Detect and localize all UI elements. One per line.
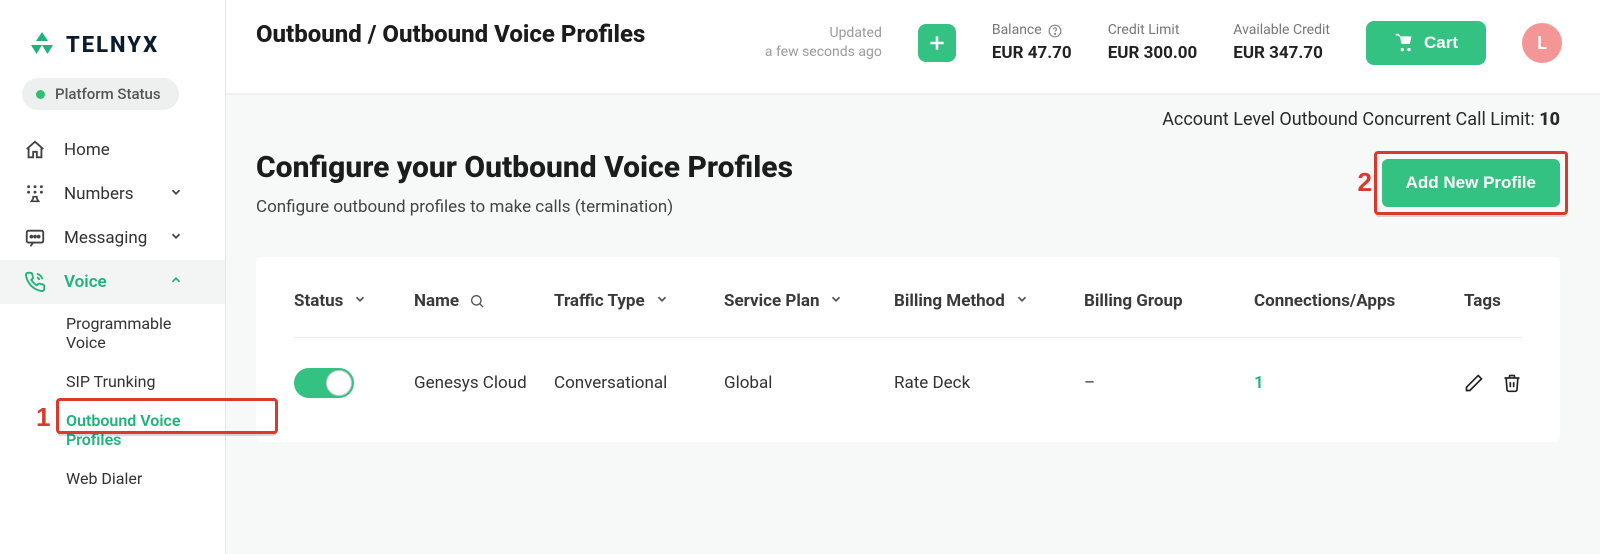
col-connections-apps: Connections/Apps: [1254, 291, 1454, 311]
primary-nav: Home Numbers Messaging Voice Programmabl…: [0, 128, 225, 498]
sidebar-item-voice[interactable]: Voice: [0, 260, 225, 304]
updated-indicator: Updated a few seconds ago: [765, 24, 882, 63]
chevron-down-icon: [655, 291, 669, 311]
sidebar-sublabel-sip: SIP Trunking: [66, 372, 155, 391]
cell-conn-value: 1: [1254, 373, 1264, 393]
col-billing-group: Billing Group: [1084, 291, 1244, 311]
home-icon: [24, 139, 46, 161]
breadcrumb: Outbound / Outbound Voice Profiles: [256, 20, 645, 48]
col-billing-method[interactable]: Billing Method: [894, 291, 1074, 311]
sidebar-subitem-programmable-voice[interactable]: Programmable Voice: [0, 304, 225, 362]
updated-ago: a few seconds ago: [765, 43, 882, 63]
col-group-label: Billing Group: [1084, 291, 1183, 311]
sidebar-sublabel-ovp: Outbound Voice Profiles: [66, 411, 201, 449]
status-toggle[interactable]: [294, 368, 354, 398]
table-header: Status Name Traffic Type Service Plan: [294, 291, 1522, 337]
page-title: Configure your Outbound Voice Profiles: [256, 150, 793, 185]
sidebar-sublabel-dialer: Web Dialer: [66, 469, 142, 488]
col-billing-label: Billing Method: [894, 291, 1005, 311]
balance-label: Balance: [992, 20, 1042, 41]
toggle-knob: [326, 370, 352, 396]
delete-icon[interactable]: [1502, 373, 1522, 393]
cell-group: –: [1084, 373, 1244, 393]
col-tags: Tags: [1464, 291, 1522, 311]
chat-icon: [24, 227, 46, 249]
phone-icon: [24, 271, 46, 293]
limit-value: 10: [1539, 109, 1560, 130]
sidebar-subitem-web-dialer[interactable]: Web Dialer: [0, 459, 225, 498]
sidebar-item-messaging[interactable]: Messaging: [0, 216, 225, 260]
chevron-down-icon: [169, 228, 201, 248]
telnyx-mark-icon: [28, 32, 56, 58]
chevron-up-icon: [169, 272, 201, 292]
brand-logo[interactable]: TELNYX: [28, 32, 197, 58]
account-call-limit: Account Level Outbound Concurrent Call L…: [256, 109, 1560, 130]
sidebar-subitem-sip-trunking[interactable]: SIP Trunking: [0, 362, 225, 401]
sidebar-item-numbers[interactable]: Numbers: [0, 172, 225, 216]
profiles-table-card: Status Name Traffic Type Service Plan: [256, 257, 1560, 442]
search-icon[interactable]: [469, 293, 485, 309]
sidebar-item-home[interactable]: Home: [0, 128, 225, 172]
cart-icon: [1394, 33, 1414, 53]
col-service-plan[interactable]: Service Plan: [724, 291, 884, 311]
cell-name: Genesys Cloud: [414, 373, 544, 393]
col-status-label: Status: [294, 291, 343, 311]
platform-status[interactable]: Platform Status: [22, 78, 179, 110]
chevron-down-icon: [829, 291, 843, 311]
dialpad-icon: [24, 183, 46, 205]
chevron-down-icon: [1015, 291, 1029, 311]
sidebar-label-numbers: Numbers: [64, 184, 134, 204]
cart-button[interactable]: Cart: [1366, 21, 1486, 65]
cart-label: Cart: [1424, 33, 1458, 53]
avatar[interactable]: L: [1522, 23, 1562, 63]
top-bar: Outbound / Outbound Voice Profiles Updat…: [226, 0, 1600, 95]
add-new-profile-button[interactable]: Add New Profile: [1382, 159, 1560, 207]
callout-2: 2: [1358, 167, 1372, 198]
brand-text: TELNYX: [66, 33, 159, 58]
col-traffic-type[interactable]: Traffic Type: [554, 291, 714, 311]
updated-label: Updated: [765, 24, 882, 44]
plus-icon: [927, 33, 947, 53]
col-traffic-label: Traffic Type: [554, 291, 645, 311]
available-credit-value: EUR 347.70: [1233, 41, 1330, 67]
col-tags-label: Tags: [1464, 291, 1501, 311]
limit-text: Account Level Outbound Concurrent Call L…: [1162, 109, 1539, 130]
col-plan-label: Service Plan: [724, 291, 819, 311]
cell-traffic: Conversational: [554, 373, 714, 393]
page-subtitle: Configure outbound profiles to make call…: [256, 197, 793, 217]
col-name[interactable]: Name: [414, 291, 544, 311]
cell-plan: Global: [724, 373, 884, 393]
available-credit-label: Available Credit: [1233, 20, 1330, 41]
help-icon[interactable]: [1048, 24, 1062, 38]
platform-status-label: Platform Status: [55, 85, 161, 103]
status-dot-icon: [36, 90, 45, 99]
sidebar-sublabel-programmable-voice: Programmable Voice: [66, 314, 201, 352]
add-new-profile-label: Add New Profile: [1406, 173, 1536, 192]
chevron-down-icon: [169, 184, 201, 204]
main-panel: Outbound / Outbound Voice Profiles Updat…: [226, 0, 1600, 554]
avatar-initial: L: [1537, 33, 1547, 54]
balance-value: EUR 47.70: [992, 41, 1072, 67]
cell-connections-link[interactable]: 1: [1254, 373, 1454, 393]
sidebar: TELNYX Platform Status Home Numbers Mess…: [0, 0, 226, 554]
add-funds-button[interactable]: [918, 24, 956, 62]
row-actions: [1464, 373, 1522, 393]
available-credit-block: Available Credit EUR 347.70: [1233, 20, 1330, 67]
col-name-label: Name: [414, 291, 459, 311]
balance-block: Balance EUR 47.70: [992, 20, 1072, 67]
sidebar-label-voice: Voice: [64, 272, 107, 292]
table-row: Genesys Cloud Conversational Global Rate…: [294, 337, 1522, 398]
credit-limit-label: Credit Limit: [1108, 20, 1198, 41]
credit-limit-block: Credit Limit EUR 300.00: [1108, 20, 1198, 67]
col-status[interactable]: Status: [294, 291, 404, 311]
edit-icon[interactable]: [1464, 373, 1484, 393]
credit-limit-value: EUR 300.00: [1108, 41, 1198, 67]
sidebar-label-messaging: Messaging: [64, 228, 147, 248]
sidebar-label-home: Home: [64, 140, 110, 160]
col-conn-label: Connections/Apps: [1254, 291, 1395, 311]
chevron-down-icon: [353, 291, 367, 311]
cell-billing: Rate Deck: [894, 373, 1074, 393]
sidebar-subitem-outbound-voice-profiles[interactable]: Outbound Voice Profiles: [0, 401, 225, 459]
